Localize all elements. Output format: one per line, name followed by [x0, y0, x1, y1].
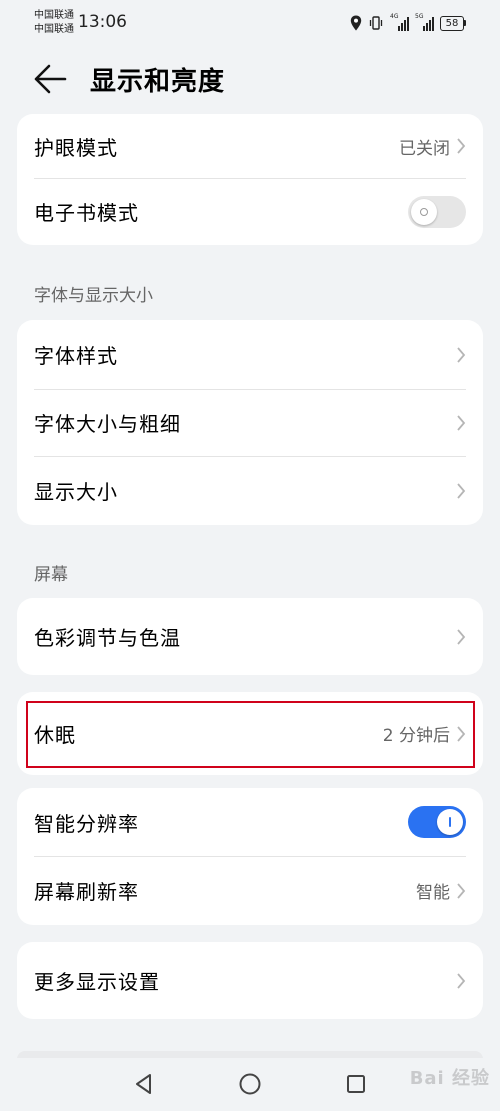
- ebook-mode-row: 电子书模式: [17, 178, 483, 245]
- font-section-heading: 字体与显示大小: [34, 286, 153, 306]
- smart-resolution-label: 智能分辨率: [34, 811, 139, 836]
- refresh-rate-value: 智能: [416, 883, 450, 903]
- signal-2-icon: 5G: [415, 13, 434, 31]
- eye-comfort-row[interactable]: 护眼模式 已关闭: [17, 114, 483, 178]
- display-size-row[interactable]: 显示大小: [17, 456, 483, 525]
- chevron-right-icon: [457, 346, 466, 363]
- screen-section-heading: 屏幕: [34, 565, 68, 585]
- signal-2-generation: 5G: [415, 13, 424, 20]
- refresh-rate-label: 屏幕刷新率: [34, 880, 139, 904]
- chevron-right-icon: [457, 138, 466, 154]
- carrier-1: 中国联通: [34, 10, 74, 21]
- carrier-names: 中国联通 中国联通: [34, 9, 74, 37]
- app-header: 显示和亮度: [0, 50, 500, 110]
- eye-comfort-label: 护眼模式: [34, 135, 118, 160]
- chevron-right-icon: [457, 414, 466, 431]
- font-settings-card: 字体样式 字体大小与粗细 显示大小: [17, 320, 483, 525]
- watermark-logo: Bai 经验: [409, 1068, 490, 1089]
- vibrate-icon: [369, 16, 383, 30]
- battery-level: 58: [440, 15, 464, 31]
- status-icons: 4G 5G 58: [350, 12, 466, 34]
- font-size-weight-row[interactable]: 字体大小与粗细: [17, 389, 483, 456]
- eye-comfort-value: 已关闭: [399, 138, 450, 159]
- nav-back-icon[interactable]: [132, 1072, 156, 1096]
- toggle-knob: [411, 198, 437, 225]
- resolution-card: 智能分辨率 屏幕刷新率 智能: [17, 788, 483, 925]
- nav-recents-icon[interactable]: [344, 1072, 368, 1096]
- ebook-mode-label: 电子书模式: [34, 201, 139, 225]
- font-style-label: 字体样式: [34, 344, 118, 368]
- font-size-weight-label: 字体大小与粗细: [34, 412, 181, 436]
- chevron-right-icon: [457, 882, 466, 899]
- font-style-row[interactable]: 字体样式: [17, 320, 483, 389]
- clock: 13:06: [78, 12, 127, 32]
- chevron-right-icon: [457, 482, 466, 499]
- refresh-rate-row[interactable]: 屏幕刷新率 智能: [17, 856, 483, 925]
- signal-1-icon: 4G: [390, 13, 409, 31]
- color-temperature-label: 色彩调节与色温: [34, 626, 181, 650]
- smart-resolution-toggle[interactable]: [408, 806, 466, 838]
- signal-1-generation: 4G: [390, 13, 399, 20]
- nav-home-icon[interactable]: [238, 1072, 262, 1096]
- sleep-highlight-box: [26, 701, 475, 768]
- page-title: 显示和亮度: [90, 67, 226, 97]
- eye-settings-card: 护眼模式 已关闭 电子书模式: [17, 114, 483, 245]
- location-icon: [350, 15, 362, 31]
- ebook-mode-toggle[interactable]: [408, 195, 466, 228]
- color-card: 色彩调节与色温: [17, 598, 483, 675]
- chevron-right-icon: [457, 628, 466, 645]
- color-temperature-row[interactable]: 色彩调节与色温: [17, 598, 483, 675]
- toggle-knob: [437, 809, 463, 835]
- more-display-row[interactable]: 更多显示设置: [17, 942, 483, 1019]
- carrier-2: 中国联通: [34, 24, 74, 35]
- status-bar: 中国联通 中国联通 13:06 4G 5G 58: [0, 0, 500, 48]
- back-arrow-icon[interactable]: [30, 62, 70, 96]
- chevron-right-icon: [457, 972, 466, 989]
- battery-icon: 58: [440, 15, 466, 31]
- more-display-card: 更多显示设置: [17, 942, 483, 1019]
- smart-resolution-row: 智能分辨率: [17, 788, 483, 856]
- display-size-label: 显示大小: [34, 480, 118, 504]
- more-display-label: 更多显示设置: [34, 970, 160, 994]
